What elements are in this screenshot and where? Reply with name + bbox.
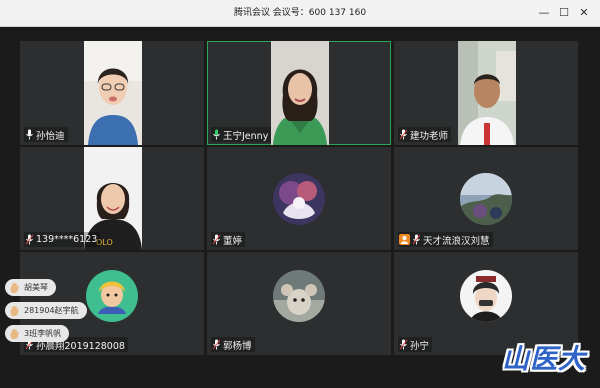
window-controls: — ☐ ✕ (534, 0, 594, 26)
mic-off-icon (399, 339, 408, 350)
participant-avatar (86, 270, 138, 323)
participant-nameplate: 天才流浪汉刘慧 (398, 232, 493, 247)
participant-nameplate: 孙怡迪 (24, 127, 68, 142)
participant-nameplate: 建功老师 (398, 127, 452, 142)
avatar-image (273, 172, 325, 225)
participant-tile[interactable]: 建功老师 (394, 41, 578, 145)
window-title: 腾讯会议 会议号：600 137 160 (233, 8, 367, 18)
host-badge-icon (399, 234, 410, 245)
raised-hand-name: 281904赵宇航 (24, 306, 79, 315)
mic-on-icon (26, 129, 33, 140)
participant-video (271, 41, 329, 145)
close-button[interactable]: ✕ (574, 0, 594, 26)
participant-tile-active-speaker[interactable]: 王宁Jenny (207, 41, 391, 145)
camera-feed (271, 41, 329, 145)
maximize-button[interactable]: ☐ (554, 0, 574, 26)
participant-name: 孙怡迪 (36, 130, 65, 142)
participant-avatar (273, 172, 325, 225)
raised-hand-icon (10, 282, 19, 293)
participant-tile[interactable]: 天才流浪汉刘慧 (394, 147, 578, 250)
participant-name: 139****6123 (36, 234, 98, 245)
university-watermark: 山医大 (502, 344, 586, 375)
participant-nameplate: 王宁Jenny (211, 127, 272, 142)
camera-feed (458, 41, 516, 145)
participant-tile[interactable]: 孙怡迪 (20, 41, 204, 145)
mic-off-icon (212, 339, 221, 350)
camera-feed (84, 41, 142, 145)
participant-avatar (273, 270, 325, 323)
avatar-image (460, 172, 512, 225)
minimize-button[interactable]: — (534, 0, 554, 26)
participant-nameplate: 139****6123 (24, 232, 101, 247)
mic-off-icon (399, 129, 408, 140)
avatar-image (86, 270, 138, 323)
avatar-image (460, 270, 512, 323)
window-titlebar: 腾讯会议 会议号：600 137 160 — ☐ ✕ (0, 0, 600, 27)
participant-nameplate: 孙宁 (398, 337, 433, 352)
participant-name: 天才流浪汉刘慧 (423, 235, 490, 247)
mic-on-icon (213, 129, 220, 140)
participant-nameplate: 郭杨博 (211, 337, 255, 352)
participant-avatar (460, 172, 512, 225)
participant-avatar (460, 270, 512, 323)
participant-tile[interactable]: 董婷 (207, 147, 391, 250)
avatar-image (273, 270, 325, 323)
participant-name: 董婷 (223, 235, 243, 247)
participant-name: 孙宁 (410, 340, 430, 352)
mic-off-icon (212, 234, 221, 245)
raised-hand-name: 3班李帆帆 (24, 329, 62, 338)
raised-hand-notice[interactable]: 胡美琴 (5, 279, 56, 296)
raised-hand-notice[interactable]: 281904赵宇航 (5, 302, 87, 319)
participant-nameplate: 董婷 (211, 232, 246, 247)
raised-hand-icon (10, 328, 19, 339)
raised-hand-name: 胡美琴 (24, 283, 48, 292)
participant-name: 郭杨博 (223, 340, 252, 352)
participant-name: 建功老师 (410, 130, 449, 142)
participant-name: 王宁Jenny (223, 130, 269, 142)
participant-tile[interactable]: 郭杨博 (207, 252, 391, 355)
participant-video (458, 41, 516, 145)
participant-tile[interactable]: OLO 139****6123 (20, 147, 204, 250)
mic-off-icon (25, 234, 34, 245)
mic-off-icon (412, 234, 421, 245)
video-grid: 孙怡迪 王宁Jenny 建功老师 OLO 139****6123 董婷 天才流浪… (0, 27, 600, 388)
participant-video (84, 41, 142, 145)
raised-hand-icon (10, 305, 19, 316)
raised-hand-notice[interactable]: 3班李帆帆 (5, 325, 70, 342)
